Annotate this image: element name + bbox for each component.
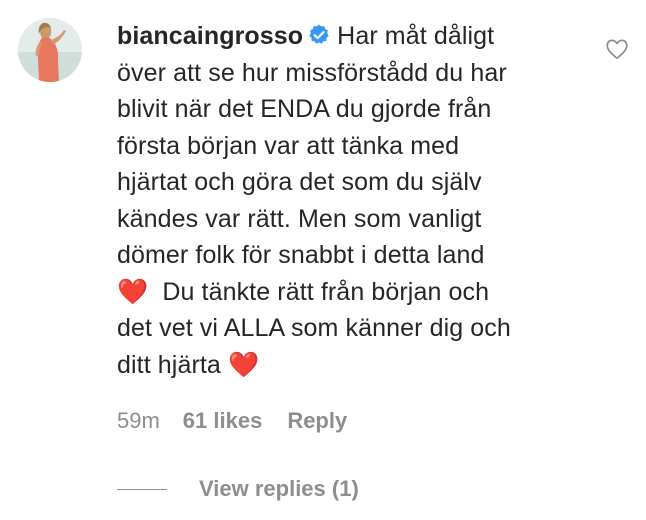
replies-divider bbox=[117, 488, 167, 490]
comment-line: kändes var rätt. Men som vanligt bbox=[117, 204, 482, 233]
comment-line: ❤️ Du tänkte rätt från början och bbox=[117, 277, 490, 306]
comment-line: hjärtat och göra det som du själv bbox=[117, 168, 482, 196]
comment-meta: 59m 61 likes Reply bbox=[117, 408, 347, 434]
comment-line: Har måt dåligt bbox=[337, 22, 495, 50]
comment-line: dömer folk för snabbt i detta land bbox=[117, 241, 485, 269]
comment-line: ditt hjärta ❤️ bbox=[117, 350, 260, 379]
view-replies-label: View replies (1) bbox=[199, 476, 359, 501]
comment-line: första början var att tänka med bbox=[117, 131, 460, 160]
view-replies-button[interactable]: View replies (1) bbox=[117, 476, 359, 502]
heart-outline-icon[interactable] bbox=[604, 36, 630, 62]
verified-badge-icon bbox=[309, 24, 329, 44]
comment-time[interactable]: 59m bbox=[117, 408, 160, 434]
comment-line: över att se hur missförstådd du har bbox=[117, 58, 507, 87]
comment-item: biancaingrosso Har måt dåligt över att se… bbox=[0, 0, 646, 520]
likes-count-button[interactable]: 61 likes bbox=[183, 408, 263, 434]
comment-line: det vet vi ALLA som känner dig och bbox=[117, 314, 511, 342]
comment-body: biancaingrosso Har måt dåligt över att se… bbox=[117, 18, 587, 383]
username-link[interactable]: biancaingrosso bbox=[117, 22, 303, 50]
reply-button[interactable]: Reply bbox=[287, 408, 347, 434]
avatar-image bbox=[18, 18, 82, 82]
avatar[interactable] bbox=[18, 18, 82, 82]
comment-line: blivit när det ENDA du gjorde från bbox=[117, 95, 492, 123]
